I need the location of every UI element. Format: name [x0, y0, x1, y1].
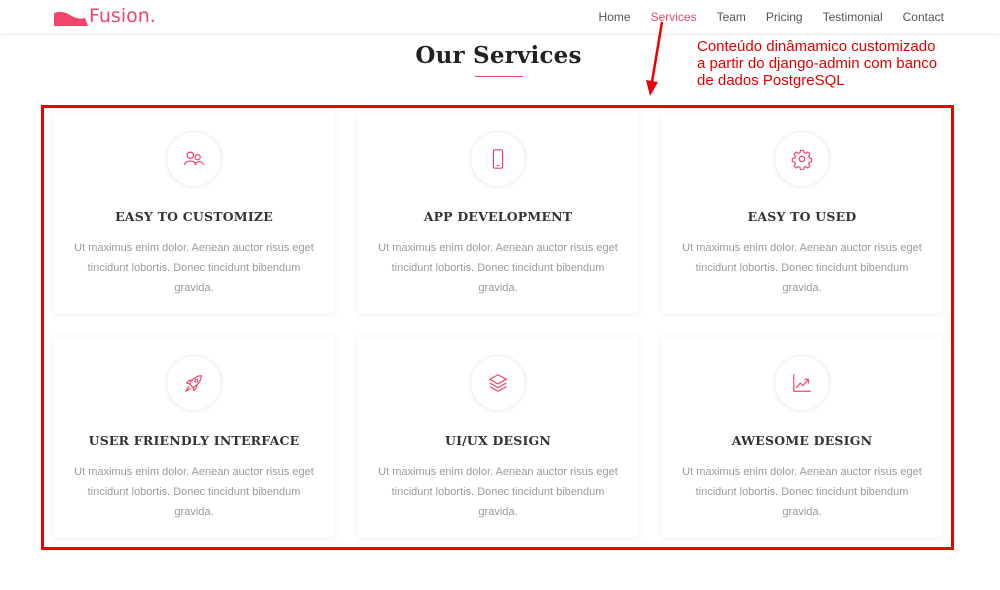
- annotation-note: Conteúdo dinâmamico customizado a partir…: [697, 38, 987, 89]
- service-description: Ut maximus enim dolor. Aenean auctor ris…: [74, 466, 314, 518]
- service-description: Ut maximus enim dolor. Aenean auctor ris…: [682, 466, 922, 518]
- nav-testimonial[interactable]: Testimonial: [823, 10, 883, 24]
- rocket-icon: [185, 375, 202, 392]
- nav-team[interactable]: Team: [717, 10, 746, 24]
- navbar: Fusion. Home Services Team Pricing Testi…: [0, 0, 1000, 33]
- mobile-phone-icon: [492, 149, 504, 169]
- annotation-line: a partir do django-admin com banco: [697, 55, 938, 72]
- logo-wave-icon: [54, 11, 88, 26]
- service-title: EASY TO USED: [747, 209, 857, 224]
- service-icon-circle: [774, 131, 830, 187]
- service-card: USER FRIENDLY INTERFACE Ut maximus enim …: [54, 337, 334, 537]
- service-icon-circle: [166, 131, 222, 187]
- brand-name: Fusion.: [89, 5, 156, 27]
- nav-home[interactable]: Home: [599, 10, 631, 24]
- trending-chart-icon: [793, 374, 811, 392]
- service-card: AWESOME DESIGN Ut maximus enim dolor. Ae…: [662, 337, 942, 537]
- service-description: Ut maximus enim dolor. Aenean auctor ris…: [74, 242, 314, 294]
- main-nav: Home Services Team Pricing Testimonial C…: [579, 8, 944, 26]
- service-card: EASY TO USED Ut maximus enim dolor. Aene…: [662, 113, 942, 313]
- service-title: APP DEVELOPMENT: [423, 209, 573, 224]
- service-title: UI/UX DESIGN: [444, 433, 551, 448]
- annotation-line: de dados PostgreSQL: [697, 72, 845, 89]
- service-card: EASY TO CUSTOMIZE Ut maximus enim dolor.…: [54, 113, 334, 313]
- brand-logo[interactable]: Fusion.: [54, 4, 156, 28]
- service-icon-circle: [470, 131, 526, 187]
- nav-services[interactable]: Services: [651, 10, 697, 24]
- service-title: AWESOME DESIGN: [731, 433, 873, 448]
- nav-pricing[interactable]: Pricing: [766, 10, 803, 24]
- service-card: APP DEVELOPMENT Ut maximus enim dolor. A…: [358, 113, 638, 313]
- service-card: UI/UX DESIGN Ut maximus enim dolor. Aene…: [358, 337, 638, 537]
- gear-icon: [791, 149, 813, 170]
- layers-icon: [489, 374, 507, 392]
- service-title: USER FRIENDLY INTERFACE: [88, 433, 300, 448]
- service-description: Ut maximus enim dolor. Aenean auctor ris…: [378, 466, 618, 518]
- service-description: Ut maximus enim dolor. Aenean auctor ris…: [682, 242, 922, 294]
- service-icon-circle: [470, 355, 526, 411]
- annotation-line: Conteúdo dinâmamico customizado: [697, 38, 936, 55]
- nav-contact[interactable]: Contact: [903, 10, 944, 24]
- service-icon-circle: [774, 355, 830, 411]
- service-icon-circle: [166, 355, 222, 411]
- service-title: EASY TO CUSTOMIZE: [115, 209, 273, 224]
- title-underline: [475, 76, 523, 77]
- users-icon: [184, 151, 204, 166]
- service-description: Ut maximus enim dolor. Aenean auctor ris…: [378, 242, 618, 294]
